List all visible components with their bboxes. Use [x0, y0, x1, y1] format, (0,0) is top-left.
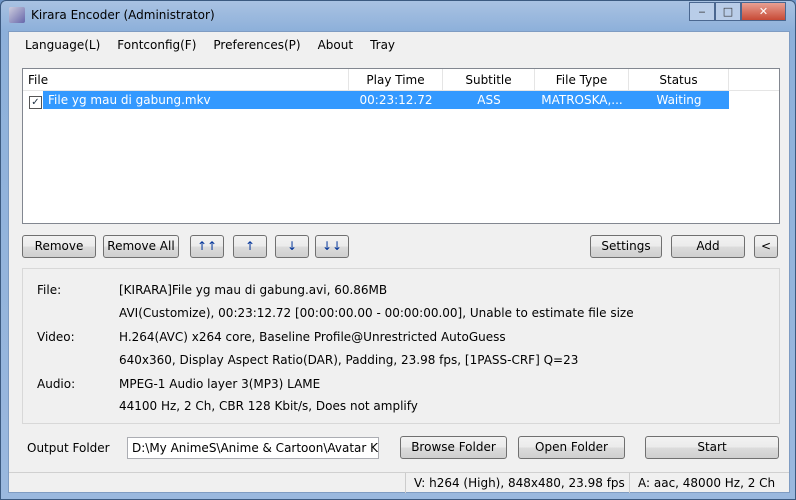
- remove-all-button[interactable]: Remove All: [103, 235, 179, 258]
- col-subtitle[interactable]: Subtitle: [443, 69, 535, 90]
- file-info-1: [KIRARA]File yg mau di gabung.avi, 60.86…: [119, 283, 388, 297]
- output-folder-input[interactable]: D:\My AnimeS\Anime & Cartoon\Avatar Korr…: [127, 437, 379, 459]
- output-folder-label: Output Folder: [27, 441, 110, 455]
- file-list[interactable]: File Play Time Subtitle File Type Status…: [22, 68, 780, 224]
- cell-file: File yg mau di gabung.mkv: [48, 93, 211, 107]
- col-status[interactable]: Status: [629, 69, 729, 90]
- window-title: Kirara Encoder (Administrator): [31, 8, 215, 22]
- close-button[interactable]: ✕: [741, 2, 786, 21]
- maximize-button[interactable]: □: [715, 2, 741, 21]
- open-folder-button[interactable]: Open Folder: [518, 436, 625, 459]
- move-down-button[interactable]: ↓: [275, 235, 309, 258]
- col-file[interactable]: File: [23, 69, 349, 90]
- table-row[interactable]: File yg mau di gabung.mkv 00:23:12.72 AS…: [43, 91, 729, 109]
- col-play-time[interactable]: Play Time: [349, 69, 443, 90]
- browse-folder-button[interactable]: Browse Folder: [400, 436, 507, 459]
- cell-subtitle: ASS: [477, 93, 501, 107]
- add-button[interactable]: Add: [671, 235, 745, 258]
- cell-status: Waiting: [656, 93, 702, 107]
- move-bottom-button[interactable]: ↓↓: [315, 235, 349, 258]
- file-info-2: AVI(Customize), 00:23:12.72 [00:00:00.00…: [119, 306, 634, 320]
- cell-play-time: 00:23:12.72: [359, 93, 433, 107]
- list-header: File Play Time Subtitle File Type Status: [23, 69, 779, 91]
- status-bar: V: h264 (High), 848x480, 23.98 fps A: aa…: [9, 472, 789, 493]
- audio-info-2: 44100 Hz, 2 Ch, CBR 128 Kbit/s, Does not…: [119, 399, 418, 413]
- video-info-2: 640x360, Display Aspect Ratio(DAR), Padd…: [119, 353, 579, 367]
- collapse-button[interactable]: <: [754, 235, 778, 258]
- menu-tray[interactable]: Tray: [362, 38, 403, 52]
- row-checkbox[interactable]: ✓: [29, 96, 42, 109]
- status-video: V: h264 (High), 848x480, 23.98 fps: [405, 473, 625, 493]
- settings-button[interactable]: Settings: [590, 235, 662, 258]
- file-label: File:: [37, 283, 62, 297]
- menu-bar: Language(L) Fontconfig(F) Preferences(P)…: [9, 32, 404, 58]
- client-area: Language(L) Fontconfig(F) Preferences(P)…: [8, 31, 790, 493]
- minimize-button[interactable]: ‒: [689, 2, 715, 21]
- status-audio: A: aac, 48000 Hz, 2 Ch: [629, 473, 775, 493]
- remove-button[interactable]: Remove: [22, 235, 96, 258]
- menu-about[interactable]: About: [310, 38, 361, 52]
- audio-info-1: MPEG-1 Audio layer 3(MP3) LAME: [119, 377, 321, 391]
- video-info-1: H.264(AVC) x264 core, Baseline Profile@U…: [119, 330, 506, 344]
- cell-file-type: MATROSKA,...: [541, 93, 623, 107]
- col-file-type[interactable]: File Type: [535, 69, 629, 90]
- move-top-button[interactable]: ↑↑: [190, 235, 224, 258]
- start-button[interactable]: Start: [645, 436, 779, 459]
- app-window: Kirara Encoder (Administrator) ‒ □ ✕ Lan…: [0, 0, 796, 500]
- app-icon: [9, 7, 25, 23]
- file-info-panel: File: [KIRARA]File yg mau di gabung.avi,…: [22, 268, 780, 424]
- menu-preferences[interactable]: Preferences(P): [205, 38, 308, 52]
- video-label: Video:: [37, 330, 75, 344]
- menu-fontconfig[interactable]: Fontconfig(F): [109, 38, 204, 52]
- menu-language[interactable]: Language(L): [17, 38, 108, 52]
- audio-label: Audio:: [37, 377, 76, 391]
- move-up-button[interactable]: ↑: [233, 235, 267, 258]
